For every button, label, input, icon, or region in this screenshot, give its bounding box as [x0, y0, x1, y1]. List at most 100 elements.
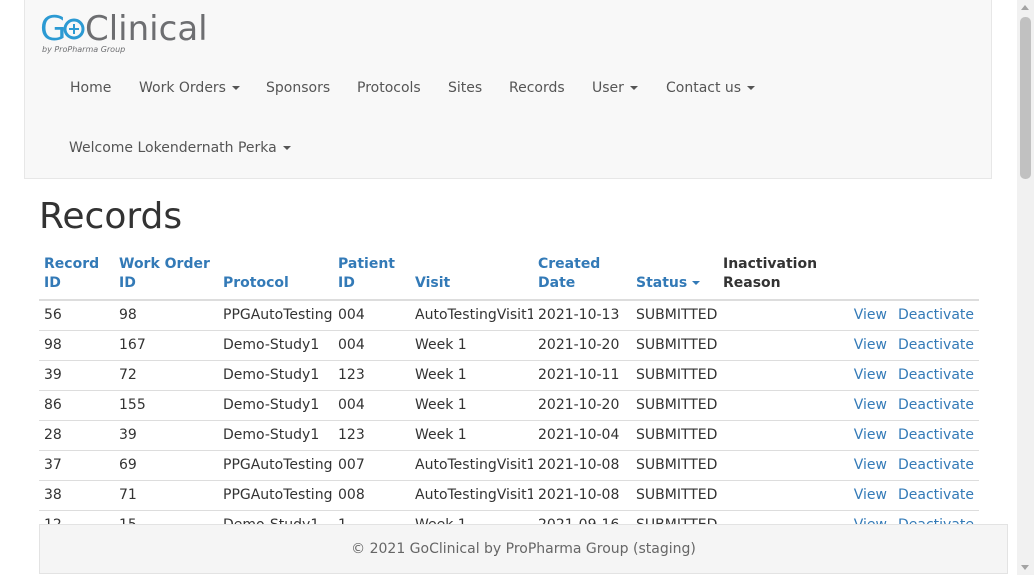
deactivate-link[interactable]: Deactivate	[898, 517, 974, 524]
cell-actions: View Deactivate	[828, 479, 979, 510]
cell-record-id: 37	[39, 449, 114, 480]
cell-created-date: 2021-10-08	[533, 479, 631, 510]
cell-protocol: Demo-Study1	[218, 389, 333, 420]
col-header-inactivation-reason: Inactivation Reason	[718, 252, 828, 301]
chevron-down-icon	[629, 86, 638, 90]
col-header-status[interactable]: Status	[631, 252, 718, 301]
cell-protocol: Demo-Study1	[218, 419, 333, 450]
cell-protocol: PPGAutoTesting	[218, 449, 333, 480]
cell-actions: View Deactivate	[828, 509, 979, 524]
chevron-down-icon	[282, 146, 291, 150]
page-title: Records	[39, 196, 183, 237]
cell-visit: Week 1	[410, 509, 533, 524]
deactivate-link[interactable]: Deactivate	[898, 487, 974, 503]
view-link[interactable]: View	[854, 307, 887, 323]
view-link[interactable]: View	[854, 517, 887, 524]
cell-status: SUBMITTED	[631, 299, 718, 330]
cell-actions: View Deactivate	[828, 419, 979, 450]
cell-work-order-id: 15	[114, 509, 218, 524]
view-link[interactable]: View	[854, 337, 887, 353]
cell-status: SUBMITTED	[631, 359, 718, 390]
deactivate-link[interactable]: Deactivate	[898, 397, 974, 413]
nav-protocols[interactable]: Protocols	[357, 80, 421, 96]
logo-clinical-text: Clinical	[85, 9, 208, 49]
nav-user[interactable]: User	[592, 80, 638, 96]
cell-protocol: PPGAutoTesting	[218, 479, 333, 510]
nav-sites[interactable]: Sites	[448, 80, 482, 96]
scrollbar-thumb[interactable]	[1020, 17, 1031, 179]
nav-work-orders[interactable]: Work Orders	[139, 80, 240, 96]
cell-inactivation-reason	[718, 329, 828, 360]
view-link[interactable]: View	[854, 367, 887, 383]
cell-created-date: 2021-10-08	[533, 449, 631, 480]
logo-g-letter: G	[40, 9, 66, 49]
deactivate-link[interactable]: Deactivate	[898, 337, 974, 353]
cell-created-date: 2021-10-20	[533, 389, 631, 420]
cell-visit: Week 1	[410, 329, 533, 360]
view-link[interactable]: View	[854, 457, 887, 473]
footer: © 2021 GoClinical by ProPharma Group (st…	[39, 524, 1008, 574]
nav-records[interactable]: Records	[509, 80, 565, 96]
view-link[interactable]: View	[854, 487, 887, 503]
cell-actions: View Deactivate	[828, 389, 979, 420]
sort-desc-icon	[692, 281, 701, 285]
cell-visit: Week 1	[410, 359, 533, 390]
cell-record-id: 12	[39, 509, 114, 524]
col-header-protocol[interactable]: Protocol	[218, 252, 333, 301]
deactivate-link[interactable]: Deactivate	[898, 427, 974, 443]
cell-patient-id: 007	[333, 449, 410, 480]
scroll-up-arrow-icon[interactable]	[1021, 5, 1029, 10]
table-row: 1215Demo-Study11Week 12021-09-16SUBMITTE…	[39, 509, 979, 524]
nav-welcome-user[interactable]: Welcome Lokendernath Perka	[69, 140, 291, 156]
cell-patient-id: 123	[333, 419, 410, 450]
nav-sponsors[interactable]: Sponsors	[266, 80, 330, 96]
cell-actions: View Deactivate	[828, 329, 979, 360]
cell-status: SUBMITTED	[631, 509, 718, 524]
scroll-down-arrow-icon[interactable]	[1021, 565, 1029, 570]
cell-patient-id: 004	[333, 299, 410, 330]
deactivate-link[interactable]: Deactivate	[898, 457, 974, 473]
cell-work-order-id: 71	[114, 479, 218, 510]
cell-protocol: Demo-Study1	[218, 359, 333, 390]
goclinical-logo[interactable]: G Clinical by ProPharma Group	[40, 8, 210, 58]
chevron-down-icon	[747, 86, 756, 90]
col-header-record-id[interactable]: Record ID	[39, 252, 114, 301]
view-link[interactable]: View	[854, 397, 887, 413]
cell-record-id: 86	[39, 389, 114, 420]
deactivate-link[interactable]: Deactivate	[898, 367, 974, 383]
table-row: 37 69 PPGAutoTesting 007 AutoTestingVisit1 20…	[39, 449, 979, 480]
cell-work-order-id: 155	[114, 389, 218, 420]
view-link[interactable]: View	[854, 427, 887, 443]
cell-work-order-id: 167	[114, 329, 218, 360]
records-table-container: Record ID Work Order ID Protocol Patient…	[39, 252, 979, 524]
chevron-down-icon	[231, 86, 240, 90]
nav-welcome-label: Welcome Lokendernath Perka	[69, 140, 277, 156]
table-row: 98 167 Demo-Study1 004 Week 1 2021-10-20 SUBMI…	[39, 329, 979, 360]
cell-inactivation-reason	[718, 299, 828, 330]
deactivate-link[interactable]: Deactivate	[898, 307, 974, 323]
cell-inactivation-reason	[718, 479, 828, 510]
col-header-status-label: Status	[636, 275, 688, 291]
nav-user-label: User	[592, 80, 624, 96]
cell-status: SUBMITTED	[631, 449, 718, 480]
cell-created-date: 2021-10-11	[533, 359, 631, 390]
cell-created-date: 2021-10-04	[533, 419, 631, 450]
cell-patient-id: 004	[333, 329, 410, 360]
col-header-visit[interactable]: Visit	[410, 252, 533, 301]
col-header-patient-id[interactable]: Patient ID	[333, 252, 410, 301]
cell-status: SUBMITTED	[631, 419, 718, 450]
table-header-row: Record ID Work Order ID Protocol Patient…	[39, 252, 979, 301]
col-header-created-date[interactable]: Created Date	[533, 252, 631, 301]
page-scrollbar[interactable]	[1017, 0, 1034, 575]
nav-contact-us[interactable]: Contact us	[666, 80, 756, 96]
col-header-actions	[828, 252, 979, 301]
cell-work-order-id: 72	[114, 359, 218, 390]
col-header-work-order-id[interactable]: Work Order ID	[114, 252, 218, 301]
records-table: Record ID Work Order ID Protocol Patient…	[39, 252, 979, 524]
cell-actions: View Deactivate	[828, 359, 979, 390]
table-row: 86 155 Demo-Study1 004 Week 1 2021-10-20 SUBMI…	[39, 389, 979, 420]
cell-visit: AutoTestingVisit1	[410, 479, 533, 510]
nav-home[interactable]: Home	[70, 80, 111, 96]
cell-patient-id: 008	[333, 479, 410, 510]
cell-inactivation-reason	[718, 449, 828, 480]
